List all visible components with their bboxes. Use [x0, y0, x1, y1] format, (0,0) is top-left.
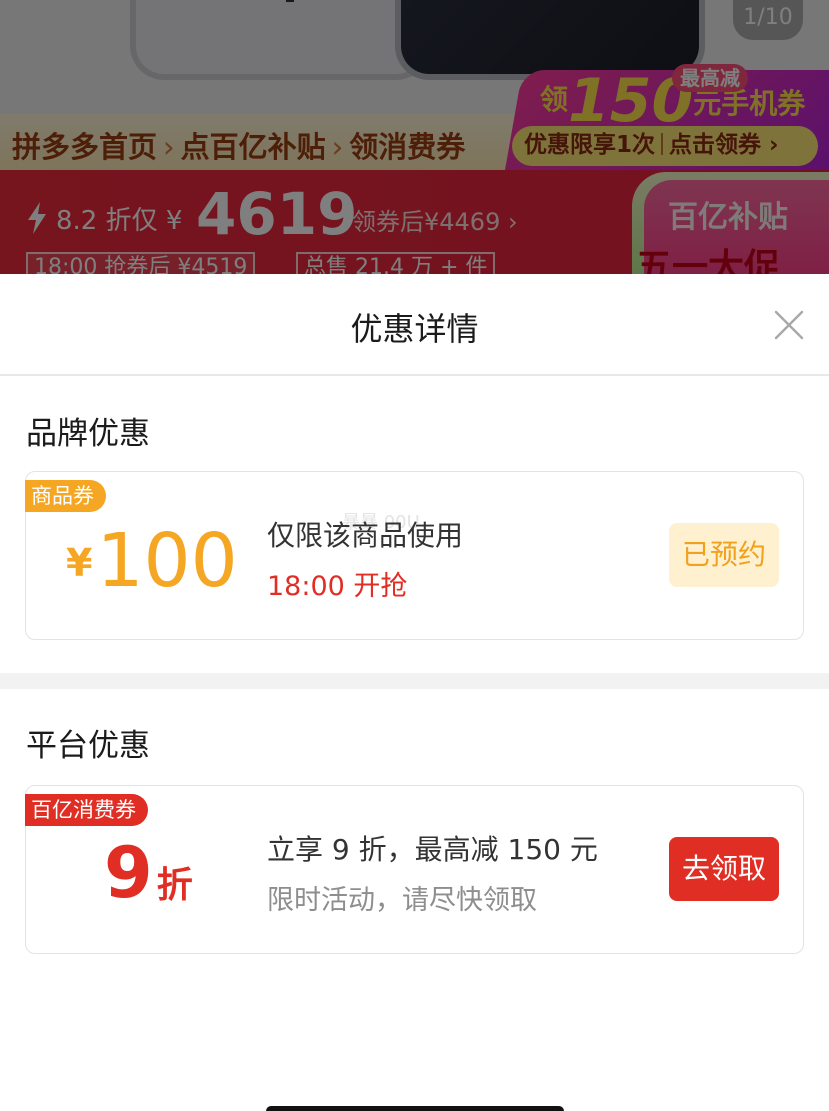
- discount-rate: 9折: [104, 832, 193, 914]
- coupon-type-tag: 百亿消费券: [25, 794, 148, 826]
- home-indicator: [266, 1106, 564, 1111]
- coupon-amount-value: 100: [96, 518, 238, 604]
- brand-coupon-card: 商品券 ¥100 暴暴 00U 仅限该商品使用 18:00 开抢 已预约: [25, 471, 804, 640]
- currency-symbol: ¥: [66, 541, 93, 585]
- sheet-header: 优惠详情: [0, 274, 829, 376]
- discount-details-sheet: 优惠详情 品牌优惠 商品券 ¥100 暴暴 00U 仅限该商品使用 18:00 …: [0, 274, 829, 1111]
- section-divider: [0, 673, 829, 689]
- coupon-start-time: 18:00 开抢: [267, 571, 408, 602]
- platform-discount-heading: 平台优惠: [26, 728, 150, 764]
- coupon-description: 仅限该商品使用: [267, 519, 464, 552]
- close-icon[interactable]: [774, 310, 804, 340]
- reserved-button[interactable]: 已预约: [669, 523, 779, 587]
- product-page-background: 1/10 拼多多首页›点百亿补贴›领消费券 领150元手机券 最高减 优惠限享1…: [0, 0, 829, 274]
- claim-button[interactable]: 去领取: [669, 837, 779, 901]
- modal-overlay[interactable]: [0, 0, 829, 274]
- brand-discount-heading: 品牌优惠: [26, 416, 150, 452]
- coupon-description: 立享 9 折，最高减 150 元: [267, 833, 598, 866]
- coupon-note: 限时活动，请尽快领取: [267, 885, 537, 916]
- platform-coupon-card: 百亿消费券 9折 立享 9 折，最高减 150 元 限时活动，请尽快领取 去领取: [25, 785, 804, 954]
- discount-rate-value: 9: [104, 832, 153, 914]
- coupon-amount: ¥100: [66, 518, 238, 604]
- discount-rate-unit: 折: [156, 865, 193, 906]
- sheet-title: 优惠详情: [350, 310, 479, 348]
- coupon-type-tag: 商品券: [25, 480, 106, 512]
